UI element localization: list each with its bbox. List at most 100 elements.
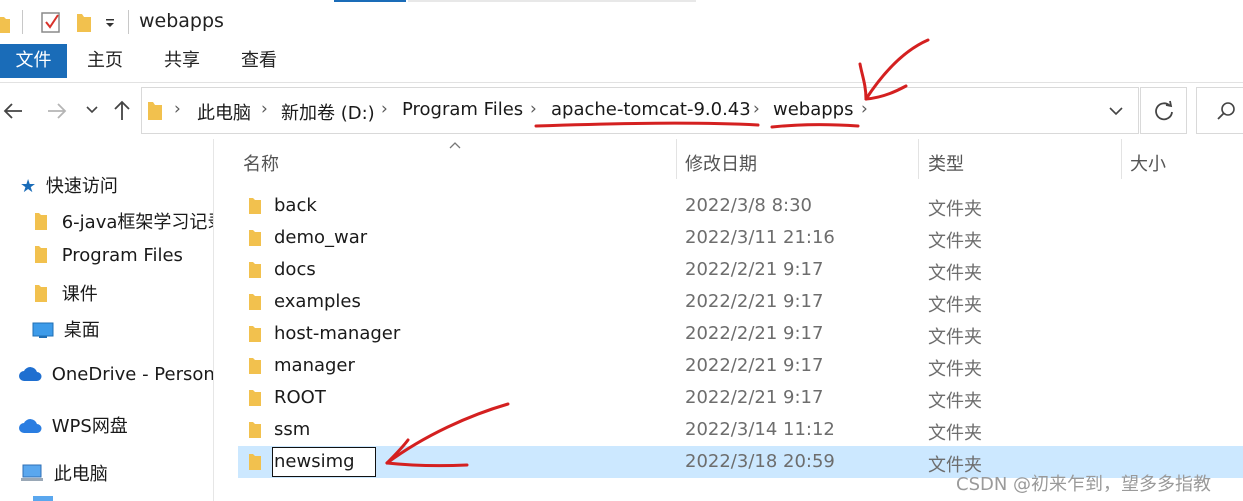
file-type: 文件夹 [928, 359, 982, 380]
refresh-icon [1155, 100, 1173, 121]
breadcrumb-separator[interactable]: › [261, 99, 268, 119]
file-type: 文件夹 [928, 391, 982, 412]
computer-icon [21, 464, 43, 481]
title-bar: webapps [0, 0, 1243, 44]
file-name: demo_war [274, 227, 368, 248]
file-date: 2022/3/14 11:12 [685, 419, 835, 440]
recent-locations-chevron-icon[interactable] [86, 105, 98, 115]
breadcrumb-tomcat[interactable]: apache-tomcat-9.0.43 [551, 99, 751, 120]
table-row[interactable]: demo_war 2022/3/11 21:16 文件夹 [238, 222, 1243, 254]
cloud-icon [19, 367, 42, 381]
table-row[interactable]: host-manager 2022/2/21 9:17 文件夹 [238, 318, 1243, 350]
sidebar-item-label: 6-java框架学习记录 [61, 212, 214, 233]
sidebar-item-program-files[interactable]: Program Files [34, 244, 183, 266]
quick-access-dropdown-icon[interactable] [104, 17, 116, 29]
folder-icon [249, 422, 261, 438]
divider[interactable] [918, 139, 919, 179]
tab-view[interactable]: 查看 [241, 44, 277, 78]
file-date: 2022/3/8 8:30 [685, 195, 812, 216]
file-date: 2022/3/11 21:16 [685, 227, 835, 248]
sidebar-item-wps-drive[interactable]: WPS网盘 [18, 412, 128, 438]
sidebar-item-label: 快速访问 [45, 176, 118, 197]
wps-cloud-icon [19, 419, 42, 433]
file-type: 文件夹 [928, 327, 982, 348]
sidebar-item-label: OneDrive - Personal [51, 364, 214, 385]
file-name: host-manager [274, 323, 401, 344]
file-name: ssm [274, 419, 311, 440]
folder-icon [249, 358, 261, 374]
tab-file[interactable]: 文件 [0, 44, 67, 78]
column-header-type[interactable]: 类型 [928, 150, 964, 176]
table-row[interactable]: examples 2022/2/21 9:17 文件夹 [238, 286, 1243, 318]
folder-icon [0, 17, 10, 33]
breadcrumb-separator[interactable]: › [174, 99, 181, 119]
file-date: 2022/2/21 9:17 [685, 387, 824, 408]
sidebar-item-this-pc[interactable]: 此电脑 [20, 460, 108, 486]
file-name: newsimg [274, 451, 355, 472]
sidebar-item-courseware[interactable]: 课件 [34, 280, 98, 306]
divider[interactable] [676, 139, 677, 179]
divider[interactable] [1121, 139, 1122, 179]
breadcrumb-this-pc[interactable]: 此电脑 [197, 99, 251, 125]
refresh-button[interactable] [1140, 87, 1187, 134]
breadcrumb-separator[interactable]: › [861, 99, 868, 119]
folder-icon [35, 246, 47, 263]
address-history-chevron-icon[interactable] [1108, 106, 1124, 116]
file-type: 文件夹 [928, 199, 982, 220]
sidebar-item-java-notes[interactable]: 6-java框架学习记录 [34, 208, 214, 234]
breadcrumb-separator[interactable]: › [753, 99, 760, 119]
tab-home[interactable]: 主页 [87, 44, 123, 78]
breadcrumb-program-files[interactable]: Program Files [402, 99, 523, 120]
file-date: 2022/2/21 9:17 [685, 291, 824, 312]
table-row[interactable]: docs 2022/2/21 9:17 文件夹 [238, 254, 1243, 286]
folder-icon [249, 326, 261, 342]
file-date: 2022/2/21 9:17 [685, 323, 824, 344]
breadcrumb-drive-d[interactable]: 新加卷 (D:) [281, 99, 375, 125]
network-icon [33, 496, 53, 501]
file-date: 2022/2/21 9:17 [685, 259, 824, 280]
sidebar-item-label: 课件 [61, 284, 98, 305]
folder-icon [249, 198, 261, 214]
folder-icon [35, 213, 47, 230]
file-name: manager [274, 355, 355, 376]
sidebar-item-label: 此电脑 [53, 464, 108, 485]
sidebar-item-label: WPS网盘 [51, 416, 128, 437]
table-row[interactable]: manager 2022/2/21 9:17 文件夹 [238, 350, 1243, 382]
file-type: 文件夹 [928, 263, 982, 284]
tab-share[interactable]: 共享 [164, 44, 200, 78]
table-row[interactable]: ssm 2022/3/14 11:12 文件夹 [238, 414, 1243, 446]
sidebar-item-onedrive[interactable]: OneDrive - Personal [18, 364, 214, 385]
column-header-date-modified[interactable]: 修改日期 [685, 150, 757, 176]
inactive-strip [408, 0, 696, 2]
new-folder-icon[interactable] [76, 11, 92, 33]
sidebar-item-desktop[interactable]: 桌面 [32, 316, 100, 342]
breadcrumb-webapps[interactable]: webapps [773, 99, 853, 120]
active-strip [334, 0, 406, 2]
sidebar-item-label: Program Files [61, 245, 183, 266]
file-name: ROOT [274, 387, 326, 408]
up-arrow-icon[interactable] [112, 99, 132, 121]
folder-icon [249, 230, 261, 246]
file-name: back [274, 195, 317, 216]
file-type: 文件夹 [928, 295, 982, 316]
column-header-name[interactable]: 名称 [243, 150, 279, 176]
divider [128, 10, 129, 34]
sort-ascending-icon [449, 142, 461, 149]
properties-checkmark-icon[interactable] [40, 10, 62, 34]
window-title: webapps [139, 10, 224, 32]
back-arrow-icon[interactable] [2, 101, 24, 121]
table-row[interactable]: back 2022/3/8 8:30 文件夹 [238, 190, 1243, 222]
file-name: examples [274, 291, 361, 312]
forward-arrow-icon[interactable] [46, 101, 68, 121]
search-input[interactable] [1196, 87, 1243, 134]
table-row[interactable]: ROOT 2022/2/21 9:17 文件夹 [238, 382, 1243, 414]
watermark: CSDN @初来乍到，望多多指教 [956, 474, 1212, 495]
column-header-size[interactable]: 大小 [1130, 150, 1166, 176]
file-type: 文件夹 [928, 231, 982, 252]
breadcrumb-separator[interactable]: › [530, 99, 537, 119]
folder-icon [249, 294, 261, 310]
breadcrumb-separator[interactable]: › [381, 99, 388, 119]
file-date: 2022/3/18 20:59 [685, 451, 835, 472]
sidebar-item-quick-access[interactable]: ★ 快速访问 [20, 172, 118, 198]
star-icon: ★ [20, 176, 37, 197]
